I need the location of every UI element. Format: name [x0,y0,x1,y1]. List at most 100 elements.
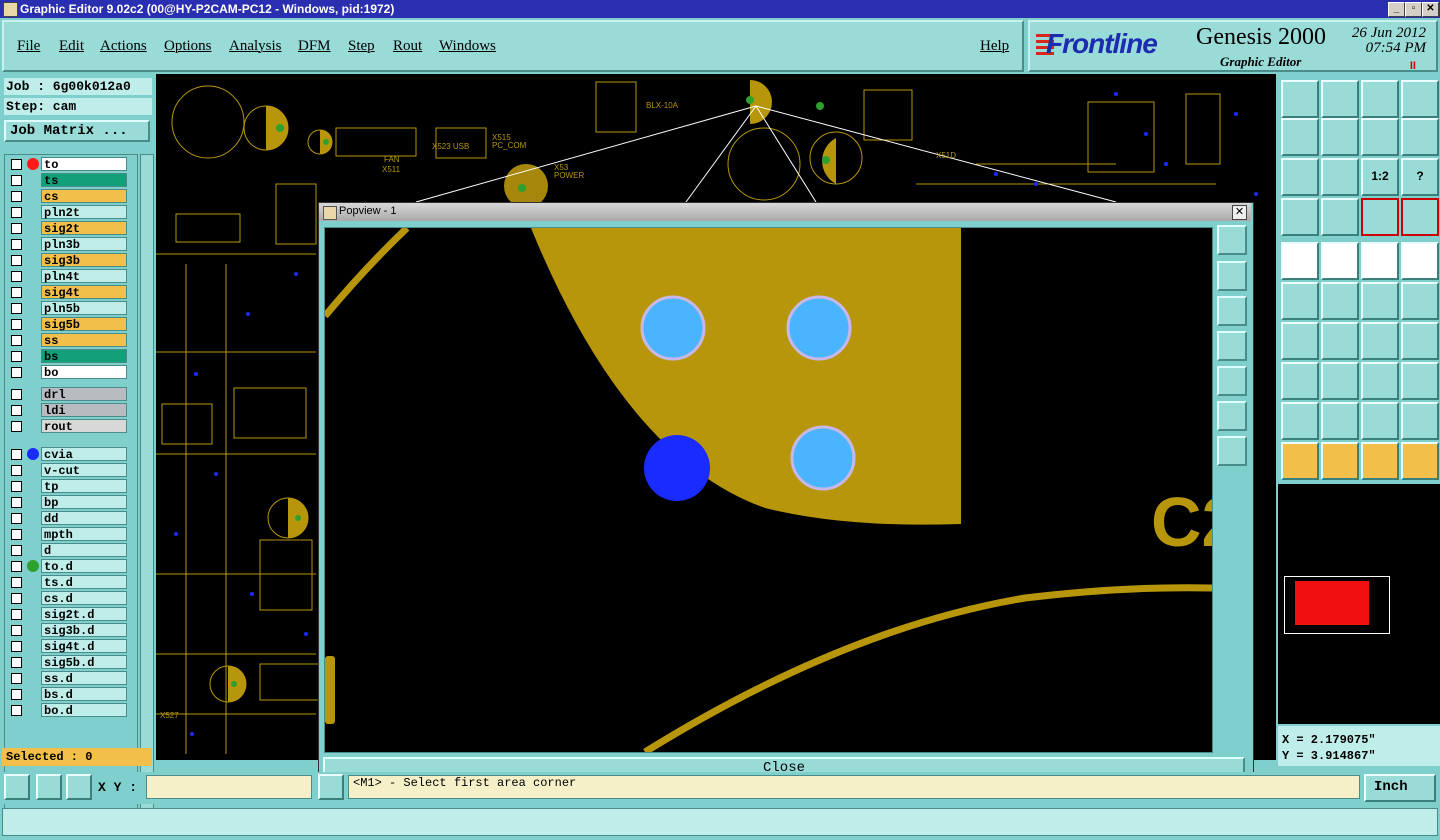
pointer-box-icon[interactable] [1321,442,1359,480]
layer-row-cs.d[interactable]: cs.d [7,591,127,606]
measure-area-icon[interactable] [36,774,62,800]
layer-checkbox[interactable] [11,335,22,346]
snap-icon[interactable] [1281,362,1319,400]
layer-row-ss.d[interactable]: ss.d [7,671,127,686]
layer-checkbox[interactable] [11,303,22,314]
minimap[interactable] [1278,484,1440,724]
layer-checkbox[interactable] [11,545,22,556]
grid-icon[interactable] [1321,198,1359,236]
stretch-icon[interactable] [1361,362,1399,400]
pop-pan-right-button[interactable] [1217,366,1247,396]
pan-up-icon[interactable] [1281,80,1319,118]
menu-edit[interactable]: Edit [59,38,84,55]
zoom-back-icon[interactable] [1361,118,1399,156]
layer-row-d[interactable]: d [7,543,127,558]
net-icon[interactable] [1361,198,1399,236]
layer-row-ldi[interactable]: ldi [7,403,127,418]
layer-row-bo.d[interactable]: bo.d [7,703,127,718]
line-break-icon[interactable] [1321,362,1359,400]
snap-grid-icon[interactable] [66,774,92,800]
select-pad-icon[interactable] [1401,242,1439,280]
move-pad-red-icon[interactable] [1401,282,1439,320]
popview-close-icon[interactable]: ✕ [1232,205,1247,220]
menu-actions[interactable]: Actions [100,38,147,55]
layer-checkbox[interactable] [11,529,22,540]
layer-row-sig2t.d[interactable]: sig2t.d [7,607,127,622]
layer-row-rout[interactable]: rout [7,419,127,434]
layer-row-to.d[interactable]: to.d [7,559,127,574]
triangle-cross-icon[interactable] [1401,402,1439,440]
layer-checkbox[interactable] [11,351,22,362]
fillet-icon[interactable] [1401,322,1439,360]
layer-checkbox[interactable] [11,689,22,700]
layer-checkbox[interactable] [11,657,22,668]
layer-checkbox[interactable] [11,673,22,684]
redraw-icon[interactable] [1401,118,1439,156]
layer-row-tp[interactable]: tp [7,479,127,494]
zoom-area-icon[interactable] [4,774,30,800]
arc-icon[interactable] [1361,322,1399,360]
unit-select[interactable]: Inch [1364,774,1436,802]
measure-icon[interactable] [1361,242,1399,280]
layer-row-sig3b[interactable]: sig3b [7,253,127,268]
zoom-fit-icon[interactable] [1281,158,1319,196]
layer-row-sig4t.d[interactable]: sig4t.d [7,639,127,654]
add-line-icon[interactable] [1321,242,1359,280]
menu-options[interactable]: Options [164,38,212,55]
layer-checkbox[interactable] [11,577,22,588]
layer-row-ts[interactable]: ts [7,173,127,188]
move-pad-icon[interactable] [1361,282,1399,320]
warning-icon[interactable] [318,774,344,800]
triangle-arc-icon[interactable] [1361,402,1399,440]
layer-row-mpth[interactable]: mpth [7,527,127,542]
layer-row-sig5b[interactable]: sig5b [7,317,127,332]
layer-checkbox[interactable] [11,271,22,282]
pop-zoom-fit-button[interactable] [1217,401,1247,431]
layer-row-sig2t[interactable]: sig2t [7,221,127,236]
pointer-diamond-icon[interactable] [1361,442,1399,480]
layer-row-sig3b.d[interactable]: sig3b.d [7,623,127,638]
menu-windows[interactable]: Windows [439,38,496,55]
menu-dfm[interactable]: DFM [298,38,331,55]
layer-row-pln3b[interactable]: pln3b [7,237,127,252]
layer-checkbox[interactable] [11,449,22,460]
layer-checkbox[interactable] [11,159,22,170]
layer-checkbox[interactable] [11,191,22,202]
layer-row-bo[interactable]: bo [7,365,127,380]
layer-row-bs.d[interactable]: bs.d [7,687,127,702]
layer-checkbox[interactable] [11,561,22,572]
layer-row-pln5b[interactable]: pln5b [7,301,127,316]
zoom-center-icon[interactable] [1321,158,1359,196]
layer-row-pln4t[interactable]: pln4t [7,269,127,284]
layer-checkbox[interactable] [11,389,22,400]
pads-icon[interactable] [1401,362,1439,400]
layer-checkbox[interactable] [11,481,22,492]
layer-checkbox[interactable] [11,367,22,378]
layer-checkbox[interactable] [11,497,22,508]
close-window-button[interactable]: ✕ [1422,2,1439,17]
layer-checkbox[interactable] [11,465,22,476]
layer-checkbox[interactable] [11,223,22,234]
layer-row-pln2t[interactable]: pln2t [7,205,127,220]
layer-checkbox[interactable] [11,319,22,330]
pointer-icon[interactable] [1281,442,1319,480]
layer-checkbox[interactable] [11,255,22,266]
menu-step[interactable]: Step [348,38,375,55]
layer-row-cvia[interactable]: cvia [7,447,127,462]
layer-checkbox[interactable] [11,239,22,250]
triangle-line-icon[interactable] [1321,402,1359,440]
angle-icon[interactable] [1281,322,1319,360]
settings-icon[interactable] [1281,198,1319,236]
layer-row-to[interactable]: to [7,157,127,172]
popview-canvas[interactable]: C2 [324,227,1213,753]
layer-row-sig5b.d[interactable]: sig5b.d [7,655,127,670]
layer-row-dd[interactable]: dd [7,511,127,526]
route-icon[interactable] [1401,442,1439,480]
window-split-icon[interactable] [1401,80,1439,118]
connect-icon[interactable] [1281,282,1319,320]
home-icon[interactable] [1361,80,1399,118]
pan-down-icon[interactable] [1321,80,1359,118]
ratio-button[interactable]: 1:2 [1361,158,1399,196]
layer-row-ts.d[interactable]: ts.d [7,575,127,590]
layer-checkbox[interactable] [11,421,22,432]
